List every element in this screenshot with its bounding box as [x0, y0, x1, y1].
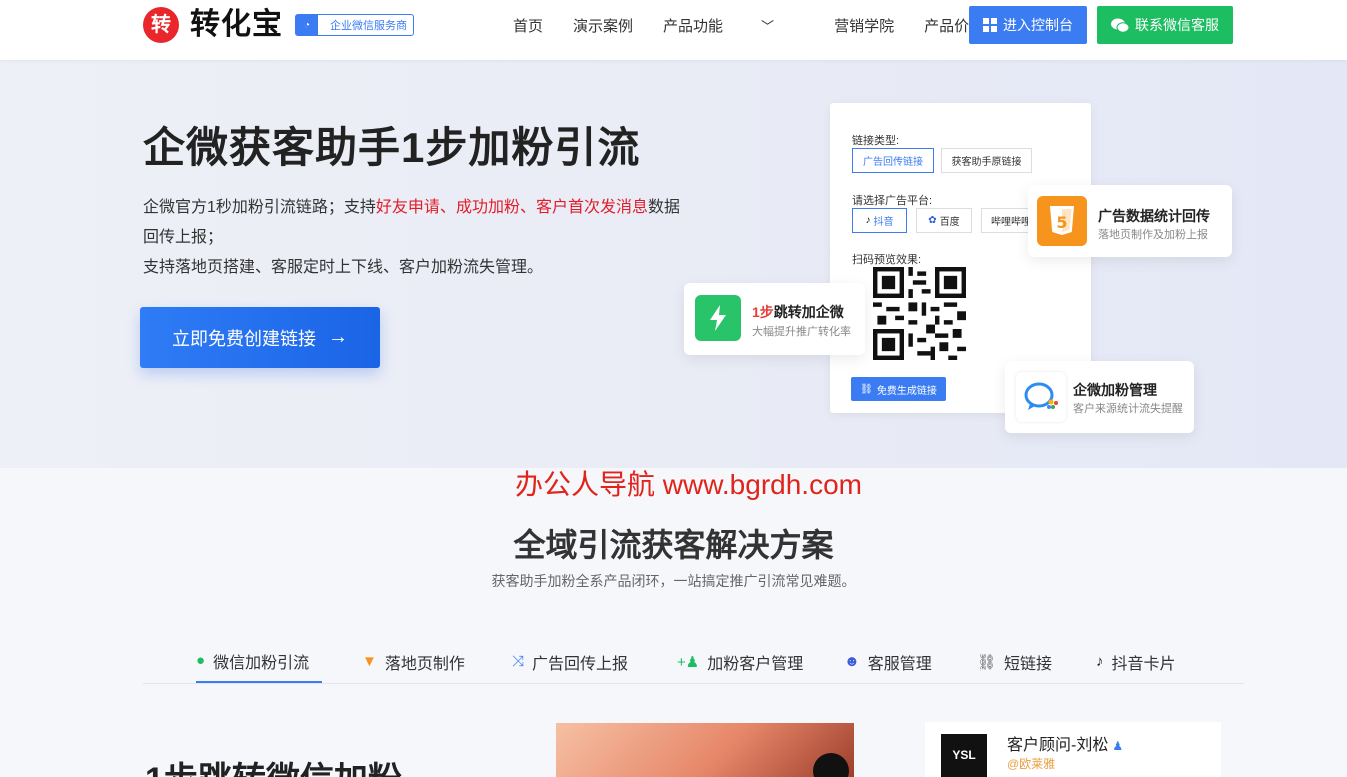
shuffle-icon: ⤨: [512, 653, 525, 670]
person-icon: ♟: [1112, 739, 1124, 753]
wechat-icon: ●: [196, 652, 206, 669]
logo-icon[interactable]: 转: [143, 7, 179, 43]
link-type-label: 链接类型:: [852, 135, 900, 147]
feature-card-jump: 1步跳转加企微 大幅提升推广转化率: [684, 283, 865, 355]
link-icon: ⛓: [977, 653, 997, 671]
link-type-ad[interactable]: 广告回传链接: [852, 148, 934, 173]
html5-icon: 5: [1037, 196, 1087, 246]
feature-card-manage: 企微加粉管理 客户来源统计流失提醒: [1005, 361, 1194, 433]
jump-title-number: 1步: [752, 304, 774, 320]
product-image: [556, 723, 854, 777]
douyin-icon: ♪: [865, 215, 871, 226]
jump-title: 1步跳转加企微: [752, 302, 844, 322]
stats-title: 广告数据统计回传: [1098, 208, 1210, 224]
desc-highlight: 成功加粉: [455, 199, 520, 216]
service-provider-badge: ◔ 企业微信服务商: [295, 14, 414, 36]
tab-label: 广告回传上报: [532, 655, 629, 673]
desc-highlight: 好友申请: [375, 199, 440, 216]
tab-label: 加粉客户管理: [707, 655, 804, 673]
nav-academy[interactable]: 营销学院: [834, 15, 894, 36]
desc-text: 企微官方1秒加粉引流链路；支持: [143, 199, 376, 216]
link-icon: ⛓: [860, 383, 873, 395]
platform-label: 请选择广告平台:: [852, 195, 933, 207]
tab-customer-management[interactable]: +♟ 加粉客户管理: [677, 640, 803, 683]
nav-features[interactable]: 产品功能 ﹀: [663, 15, 804, 36]
solution-tabs: ● 微信加粉引流 ▼ 落地页制作 ⤨ 广告回传上报 +♟ 加粉客户管理 ☻ 客服管理 ⛓ 短…: [143, 640, 1244, 684]
lightning-icon: [695, 295, 741, 341]
badge-label: 企业微信服务商: [330, 20, 407, 32]
qr-code: [873, 267, 966, 360]
smile-icon: ☻: [844, 653, 860, 670]
douyin-icon: ♪: [1096, 653, 1104, 670]
desc-highlight: 客户首次发消息: [535, 199, 648, 216]
manage-title: 企微加粉管理: [1073, 382, 1157, 398]
jump-subtitle: 大幅提升推广转化率: [752, 326, 851, 338]
tab-landing-page[interactable]: ▼ 落地页制作: [362, 640, 465, 683]
section-subtitle: 获客助手加粉全系产品闭环，一站搞定推广引流常见难题。: [491, 573, 856, 589]
feature-heading: 1步跳转微信加粉: [145, 752, 402, 777]
feature-card-stats: 5 广告数据统计回传 落地页制作及加粉上报: [1028, 185, 1232, 257]
nav-home[interactable]: 首页: [513, 15, 543, 36]
manage-subtitle: 客户来源统计流失提醒: [1073, 403, 1183, 415]
nav-cases[interactable]: 演示案例: [573, 15, 633, 36]
wechat-icon: [1111, 18, 1129, 33]
consultant-name-text: 客户顾问-刘松: [1007, 737, 1109, 754]
create-link-button[interactable]: 立即免费创建链接 →: [140, 307, 380, 368]
platform-douyin-label: 抖音: [873, 217, 894, 228]
consultant-card: YSL 客户顾问-刘松 ♟ @欧莱雅: [925, 722, 1221, 777]
chat-bubble-icon: ◔: [296, 15, 318, 35]
desc-sep: 、: [519, 199, 536, 216]
svg-text:5: 5: [1056, 213, 1067, 232]
logo-text[interactable]: 转化宝: [190, 7, 283, 43]
chevron-down-icon: ﹀: [761, 18, 775, 34]
tab-short-link[interactable]: ⛓ 短链接: [977, 640, 1052, 683]
main-nav: 首页 演示案例 产品功能 ﹀ 营销学院 产品价格: [513, 0, 1014, 50]
wechat-support-label: 联系微信客服: [1135, 17, 1219, 33]
section-title: 全域引流获客解决方案: [513, 527, 834, 563]
tab-service-management[interactable]: ☻ 客服管理: [844, 640, 932, 683]
create-link-label: 立即免费创建链接: [172, 328, 316, 349]
consultant-org: @欧莱雅: [1007, 757, 1056, 771]
tab-wechat-fans[interactable]: ● 微信加粉引流: [196, 640, 322, 683]
desc-sep: 、: [439, 199, 456, 216]
platform-douyin[interactable]: ♪ 抖音: [852, 208, 907, 233]
arrow-right-icon: →: [328, 326, 348, 348]
generate-link-label: 免费生成链接: [876, 385, 937, 397]
desc-text: 支持落地页搭建、客服定时上下线、客户加粉流失管理。: [143, 259, 544, 276]
hero-title: 企微获客助手1步加粉引流: [143, 124, 641, 171]
tab-ad-report[interactable]: ⤨ 广告回传上报: [512, 640, 628, 683]
console-button[interactable]: 进入控制台: [969, 6, 1087, 44]
add-user-icon: +♟: [677, 653, 700, 671]
console-button-label: 进入控制台: [1003, 17, 1073, 33]
tab-label: 微信加粉引流: [213, 654, 310, 672]
stats-subtitle: 落地页制作及加粉上报: [1098, 229, 1208, 241]
platform-baidu-label: 百度: [939, 217, 960, 228]
hero-description: 企微官方1秒加粉引流链路；支持好友申请、成功加粉、客户首次发消息数据回传上报； …: [143, 193, 683, 283]
nav-features-label: 产品功能: [663, 17, 724, 35]
wechat-support-button[interactable]: 联系微信客服: [1097, 6, 1233, 44]
baidu-icon: ✿: [928, 215, 937, 226]
brand-logo: YSL: [941, 734, 987, 777]
generate-link-button[interactable]: ⛓ 免费生成链接: [851, 377, 946, 401]
preview-label: 扫码预览效果:: [852, 254, 922, 266]
dashboard-icon: [983, 18, 997, 32]
wecom-icon: [1016, 372, 1066, 422]
tab-douyin-card[interactable]: ♪ 抖音卡片: [1096, 640, 1176, 683]
tab-label: 抖音卡片: [1111, 655, 1176, 673]
header: 转 转化宝 ◔ 企业微信服务商 首页 演示案例 产品功能 ﹀ 营销学院 产品价格 …: [0, 0, 1347, 60]
link-type-original[interactable]: 获客助手原链接: [941, 148, 1032, 173]
jump-title-text: 跳转加企微: [773, 304, 844, 320]
consultant-name: 客户顾问-刘松 ♟: [1007, 731, 1123, 755]
tab-label: 短链接: [1004, 655, 1053, 673]
play-icon[interactable]: [813, 753, 849, 777]
platform-baidu[interactable]: ✿ 百度: [916, 208, 972, 233]
html5-icon: ▼: [362, 653, 377, 670]
watermark: 办公人导航 www.bgrdh.com: [515, 469, 862, 500]
tab-label: 客服管理: [867, 655, 932, 673]
tab-label: 落地页制作: [384, 655, 465, 673]
